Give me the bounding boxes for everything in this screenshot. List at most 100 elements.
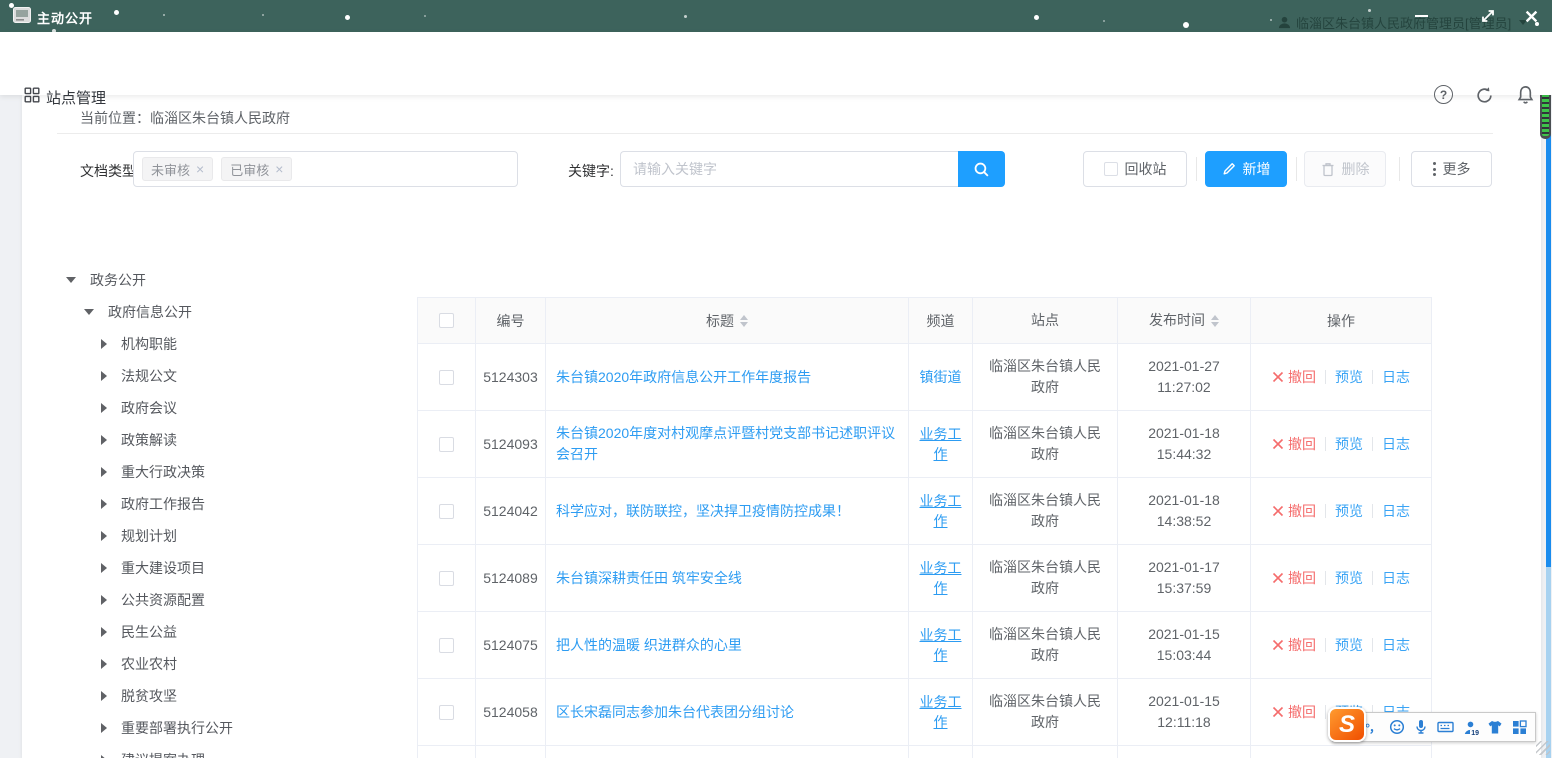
tree-leaf[interactable]: 规划计划 — [58, 526, 388, 546]
close-button[interactable] — [1520, 5, 1542, 27]
recycle-bin-button[interactable]: 回收站 — [1083, 151, 1187, 187]
tree-collapse-icon — [101, 531, 107, 541]
button-divider — [1196, 157, 1197, 181]
remove-tag-icon[interactable]: × — [275, 162, 283, 176]
more-button[interactable]: 更多 — [1411, 151, 1492, 187]
tree-leaf[interactable]: 政府工作报告 — [58, 494, 388, 514]
recycle-checkbox[interactable] — [1104, 162, 1118, 176]
log-button[interactable]: 日志 — [1382, 568, 1410, 588]
log-button[interactable]: 日志 — [1382, 635, 1410, 655]
row-checkbox[interactable] — [439, 571, 454, 586]
sogou-ime-logo[interactable]: S — [1328, 707, 1366, 742]
withdraw-button[interactable]: 撤回 — [1272, 434, 1316, 454]
document-title-link[interactable]: 区长宋磊同志参加朱台代表团分组讨论 — [556, 702, 794, 723]
soft-keyboard-icon[interactable] — [1437, 720, 1454, 734]
doc-type-select[interactable]: 未审核× 已审核× — [133, 151, 518, 187]
select-all-checkbox[interactable] — [439, 313, 454, 328]
scrollbar-track[interactable] — [1546, 567, 1551, 758]
row-checkbox[interactable] — [439, 370, 454, 385]
log-button[interactable]: 日志 — [1382, 434, 1410, 454]
ime-punctuation-toggle[interactable]: °， — [1365, 719, 1380, 736]
document-title-link[interactable]: 科学应对，联防联控，坚决捍卫疫情防控成果！ — [556, 501, 850, 522]
refresh-icon[interactable] — [1474, 85, 1494, 105]
preview-button[interactable]: 预览 — [1335, 568, 1363, 588]
withdraw-button[interactable]: 撤回 — [1272, 367, 1316, 387]
document-title-link[interactable]: 朱台镇2020年度对村观摩点评暨村党支部书记述职评议会召开 — [556, 423, 898, 465]
document-title-link[interactable]: 朱台镇2020年政府信息公开工作年度报告 — [556, 367, 811, 388]
sort-icon[interactable] — [740, 315, 748, 327]
ime-user-badge: 19 — [1470, 730, 1480, 737]
user-icon — [1278, 16, 1291, 29]
user-account-icon[interactable]: 19 — [1463, 720, 1478, 735]
tree-node-root[interactable]: 政务公开 — [58, 270, 388, 290]
modules-grid-icon[interactable] — [24, 87, 40, 108]
tree-leaf[interactable]: 建议提案办理 — [58, 750, 388, 758]
x-icon — [1272, 639, 1284, 651]
tree-leaf[interactable]: 农业农村 — [58, 654, 388, 674]
tree-leaf[interactable]: 重大建设项目 — [58, 558, 388, 578]
col-actions: 操作 — [1251, 298, 1431, 343]
withdraw-button[interactable]: 撤回 — [1272, 702, 1316, 722]
row-checkbox[interactable] — [439, 638, 454, 653]
table-header-row: 编号 标题 频道 站点 发布时间 操作 — [418, 298, 1431, 344]
tree-leaf[interactable]: 法规公文 — [58, 366, 388, 386]
tree-leaf[interactable]: 公共资源配置 — [58, 590, 388, 610]
withdraw-button[interactable]: 撤回 — [1272, 568, 1316, 588]
channel-link[interactable]: 业务工作 — [917, 625, 964, 665]
search-button[interactable] — [958, 151, 1005, 187]
app-icon — [13, 7, 31, 28]
tree-leaf[interactable]: 脱贫攻坚 — [58, 686, 388, 706]
tree-collapse-icon — [101, 595, 107, 605]
breadcrumb-site: 临淄区朱台镇人民政府 — [150, 110, 290, 126]
col-publish-time: 发布时间 — [1118, 298, 1251, 343]
row-checkbox[interactable] — [439, 437, 454, 452]
maximize-button[interactable] — [1477, 5, 1499, 27]
withdraw-button[interactable]: 撤回 — [1272, 501, 1316, 521]
voice-input-icon[interactable] — [1414, 719, 1428, 735]
channel-link[interactable]: 镇街道 — [920, 367, 962, 387]
button-divider — [1296, 157, 1297, 181]
preview-button[interactable]: 预览 — [1335, 367, 1363, 387]
row-checkbox[interactable] — [439, 504, 454, 519]
channel-link[interactable]: 业务工作 — [917, 558, 964, 598]
tree-leaf[interactable]: 重大行政决策 — [58, 462, 388, 482]
channel-link[interactable]: 业务工作 — [917, 491, 964, 531]
add-button[interactable]: 新增 — [1205, 151, 1287, 187]
doc-type-label: 文档类型: — [80, 161, 140, 181]
sort-icon[interactable] — [1211, 315, 1219, 327]
emoji-icon[interactable] — [1389, 719, 1405, 735]
tree-node-child[interactable]: 政府信息公开 — [58, 302, 388, 322]
log-button[interactable]: 日志 — [1382, 501, 1410, 521]
x-icon — [1272, 505, 1284, 517]
keyword-input[interactable] — [620, 151, 958, 187]
toolbox-grid-icon[interactable] — [1512, 720, 1527, 735]
tree-collapse-icon — [101, 339, 107, 349]
tree-leaf[interactable]: 政策解读 — [58, 430, 388, 450]
remove-tag-icon[interactable]: × — [196, 162, 204, 176]
row-checkbox[interactable] — [439, 705, 454, 720]
channel-link[interactable]: 业务工作 — [917, 692, 964, 732]
delete-button[interactable]: 删除 — [1304, 151, 1386, 187]
preview-button[interactable]: 预览 — [1335, 501, 1363, 521]
scrollbar-track-active[interactable] — [1546, 95, 1551, 567]
tree-leaf[interactable]: 机构职能 — [58, 334, 388, 354]
preview-button[interactable]: 预览 — [1335, 635, 1363, 655]
channel-link[interactable]: 业务工作 — [917, 424, 964, 464]
document-title-link[interactable]: 朱台镇深耕责任田 筑牢安全线 — [556, 568, 742, 589]
log-button[interactable]: 日志 — [1382, 367, 1410, 387]
document-title-link[interactable]: 把人性的温暖 织进群众的心里 — [556, 635, 742, 656]
skin-icon[interactable] — [1487, 720, 1503, 735]
tree-leaf[interactable]: 民生公益 — [58, 622, 388, 642]
help-icon[interactable]: ? — [1434, 85, 1453, 104]
tree-leaf[interactable]: 政府会议 — [58, 398, 388, 418]
notifications-bell-icon[interactable] — [1515, 85, 1535, 105]
preview-button[interactable]: 预览 — [1335, 434, 1363, 454]
window-resize-grip[interactable] — [1536, 741, 1550, 755]
tree-expand-icon — [84, 309, 94, 315]
x-icon — [1272, 371, 1284, 383]
withdraw-button[interactable]: 撤回 — [1272, 635, 1316, 655]
app-window: 主动公开 临淄区朱台镇人民政府管理员[管理员] 站点管 — [0, 0, 1552, 758]
minimize-button[interactable] — [1410, 5, 1432, 27]
window-titlebar: 主动公开 临淄区朱台镇人民政府管理员[管理员] — [0, 0, 1552, 32]
tree-leaf[interactable]: 重要部署执行公开 — [58, 718, 388, 738]
